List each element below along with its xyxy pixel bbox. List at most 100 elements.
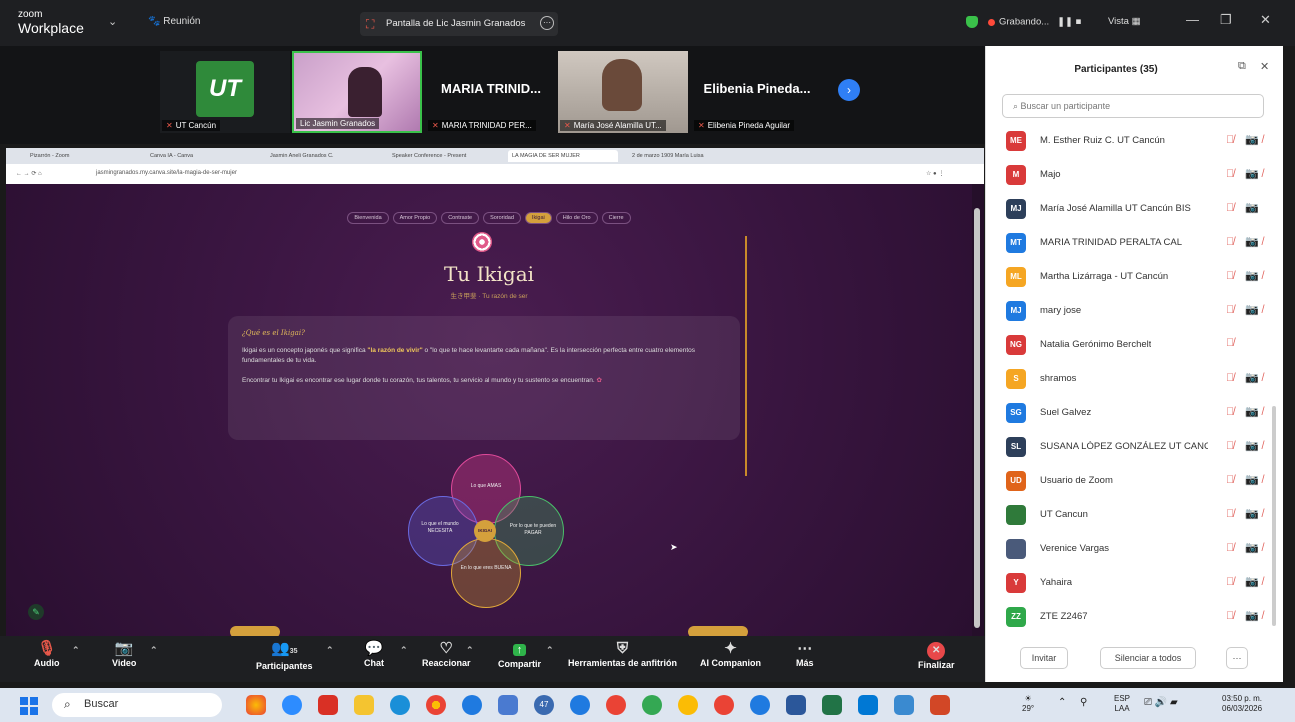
pin-icon[interactable]: ⚲ xyxy=(1080,698,1087,708)
chrome-icon[interactable] xyxy=(426,695,446,715)
chrome-icon[interactable] xyxy=(606,695,626,715)
nav-pill[interactable]: Bienvenida xyxy=(347,212,389,224)
screen-share-indicator[interactable]: ⛶ Pantalla de Lic Jasmin Granados ··· xyxy=(360,12,558,36)
participant-row[interactable]: ZZ ZTE Z2467 🎙̸ 📷̸ xyxy=(986,600,1282,634)
participant-row[interactable]: NG Natalia Gerónimo Berchelt 🎙̸ xyxy=(986,328,1282,362)
mute-all-button[interactable]: Silenciar a todos xyxy=(1100,647,1196,669)
meeting-menu[interactable]: 🐾 Reunión xyxy=(148,16,201,27)
browser-tab[interactable]: Pizarrón - Zoom xyxy=(26,150,116,162)
participant-row[interactable]: ME M. Esther Ruiz C. UT Cancún 🎙̸ 📷̸ xyxy=(986,124,1282,158)
mute-status-icons[interactable]: 🎙̸ 📷̸ xyxy=(1226,133,1267,146)
stop-icon[interactable]: ■ xyxy=(1076,17,1082,28)
end-meeting-button[interactable]: ✕ Finalizar xyxy=(918,640,955,670)
app-icon[interactable] xyxy=(498,695,518,715)
recording-indicator[interactable]: Grabando... ❚❚ ■ xyxy=(966,16,1081,28)
participant-search-input[interactable]: ⌕ Buscar un participante xyxy=(1002,94,1264,118)
chat-button[interactable]: 💬 Chat ⌃ xyxy=(364,640,408,668)
browser-tab-active[interactable]: LA MAGIA DE SER MUJER xyxy=(508,150,618,162)
network-volume-icons[interactable]: ⎚ 🔊 ▰ xyxy=(1144,698,1178,708)
excel-icon[interactable] xyxy=(822,695,842,715)
panel-scrollbar[interactable] xyxy=(1272,406,1276,626)
video-button[interactable]: 📷 Video ⌃ xyxy=(112,640,158,668)
video-tile[interactable]: UT ✕ UT Cancún xyxy=(160,51,290,133)
edge-icon[interactable] xyxy=(462,695,482,715)
mute-status-icons[interactable]: 🎙̸ 📷̸ xyxy=(1226,439,1267,452)
participant-row[interactable]: MJ María José Alamilla UT Cancún BIS 🎙̸ 📷 xyxy=(986,192,1282,226)
mute-status-icons[interactable]: 🎙̸ 📷̸ xyxy=(1226,405,1267,418)
participant-row[interactable]: SL SUSANA LÓPEZ GONZÁLEZ UT CANC... 🎙̸ 📷̸ xyxy=(986,430,1282,464)
participant-row[interactable]: UD Usuario de Zoom 🎙̸ 📷̸ xyxy=(986,464,1282,498)
invite-button[interactable]: Invitar xyxy=(1020,647,1068,669)
taskbar-search-input[interactable]: ⌕ Buscar xyxy=(52,693,222,717)
pop-out-icon[interactable]: ⧉ xyxy=(1238,60,1246,73)
word-icon[interactable] xyxy=(786,695,806,715)
video-tile[interactable]: Elibenia Pineda... ✕ Elibenia Pineda Agui… xyxy=(692,51,822,133)
copilot-icon[interactable] xyxy=(246,695,266,715)
chrome-icon[interactable] xyxy=(678,695,698,715)
outlook-icon[interactable] xyxy=(858,695,878,715)
react-button[interactable]: ♡ Reaccionar ⌃ xyxy=(422,640,474,668)
video-tile[interactable]: ✕ María José Alamilla UT... xyxy=(558,51,688,133)
mute-status-icons[interactable]: 🎙̸ 📷̸ xyxy=(1226,473,1267,486)
annotate-pen-icon[interactable]: ✎ xyxy=(28,604,44,620)
mute-status-icons[interactable]: 🎙̸ 📷̸ xyxy=(1226,371,1267,384)
participants-button[interactable]: 👥35 Participantes ⌃ xyxy=(256,640,334,671)
share-button[interactable]: ↑ Compartir ⌃ xyxy=(498,640,554,669)
close-icon[interactable]: ✕ xyxy=(1260,12,1271,28)
host-tools-button[interactable]: ⛨ Herramientas de anfitrión xyxy=(568,640,677,668)
browser-tab[interactable]: Canva IA - Canva xyxy=(146,150,242,162)
page-scrollbar[interactable] xyxy=(974,208,980,628)
edge-icon[interactable] xyxy=(750,695,770,715)
edge-icon[interactable] xyxy=(390,695,410,715)
chevron-up-icon[interactable]: ⌃ xyxy=(1058,698,1066,708)
browser-address-bar[interactable]: ← → ⟳ ⌂ jasmingranados.my.canva.site/la-… xyxy=(6,164,984,184)
participant-row[interactable]: MJ mary jose 🎙̸ 📷̸ xyxy=(986,294,1282,328)
audio-button[interactable]: 🎙 Audio ⌃ xyxy=(34,640,80,668)
chrome-icon[interactable] xyxy=(714,695,734,715)
ai-companion-button[interactable]: ✦ AI Companion xyxy=(700,640,761,668)
mute-status-icons[interactable]: 🎙̸ 📷̸ xyxy=(1226,235,1267,248)
powerpoint-icon[interactable] xyxy=(930,695,950,715)
file-explorer-icon[interactable] xyxy=(354,695,374,715)
mute-status-icons[interactable]: 🎙̸ 📷̸ xyxy=(1226,269,1267,282)
participant-row[interactable]: M Majo 🎙̸ 📷̸ xyxy=(986,158,1282,192)
browser-tab[interactable]: Jasmin Aneli Granados C. xyxy=(266,150,376,162)
nav-pill[interactable]: Cierre xyxy=(601,212,631,224)
notification-badge[interactable]: 47 xyxy=(534,695,554,715)
mute-status-icons[interactable]: 🎙̸ 📷̸ xyxy=(1226,575,1267,588)
prev-section-button[interactable] xyxy=(230,626,280,636)
participant-row[interactable]: ML Martha Lizárraga - UT Cancún 🎙̸ 📷̸ xyxy=(986,260,1282,294)
mute-status-icons[interactable]: 🎙̸ 📷̸ xyxy=(1226,609,1267,622)
nav-pill[interactable]: Contraste xyxy=(441,212,480,224)
video-tile[interactable]: MARIA TRINID... ✕ MARIA TRINIDAD PER... xyxy=(426,51,556,133)
zoom-app-icon[interactable] xyxy=(282,695,302,715)
language-indicator[interactable]: ESP LAA xyxy=(1114,694,1130,714)
more-options-icon[interactable]: ··· xyxy=(540,16,554,30)
participant-row[interactable]: Verenice Vargas 🎙̸ 📷̸ xyxy=(986,532,1282,566)
nav-pill[interactable]: Hilo de Oro xyxy=(555,212,598,224)
more-button[interactable]: ⋯ Más xyxy=(796,640,814,668)
mute-status-icons[interactable]: 🎙̸ 📷̸ xyxy=(1226,541,1267,554)
participant-row[interactable]: Sshramos 🎙̸ 📷̸ xyxy=(986,362,1282,396)
pdf-app-icon[interactable] xyxy=(318,695,338,715)
close-icon[interactable]: ✕ xyxy=(1260,60,1269,73)
next-page-button[interactable]: › xyxy=(838,79,860,101)
browser-tab[interactable]: Speaker Conference - Present xyxy=(388,150,498,162)
mute-status-icons[interactable]: 🎙̸ 📷 xyxy=(1226,201,1263,214)
chrome-icon[interactable] xyxy=(642,695,662,715)
photos-icon[interactable] xyxy=(894,695,914,715)
participant-row[interactable]: SG Suel Galvez 🎙̸ 📷̸ xyxy=(986,396,1282,430)
browser-tab[interactable]: 2 de marzo 1909 María Luisa xyxy=(628,150,738,162)
mute-status-icons[interactable]: 🎙̸ 📷̸ xyxy=(1226,167,1267,180)
view-menu[interactable]: Vista ▦ xyxy=(1108,16,1141,27)
nav-pill[interactable]: Sororidad xyxy=(483,212,521,224)
next-section-button[interactable] xyxy=(688,626,748,636)
pause-icon[interactable]: ❚❚ xyxy=(1052,17,1073,28)
maximize-icon[interactable]: ❐ xyxy=(1220,12,1232,28)
edge-icon[interactable] xyxy=(570,695,590,715)
nav-pill[interactable]: Amor Propio xyxy=(392,212,438,224)
nav-pill-active[interactable]: Ikigai xyxy=(524,212,552,224)
windows-start-icon[interactable] xyxy=(20,697,38,715)
clock[interactable]: 03:50 p. m. 06/03/2026 xyxy=(1222,694,1262,714)
weather-widget[interactable]: ☀ 29° xyxy=(1022,694,1034,714)
